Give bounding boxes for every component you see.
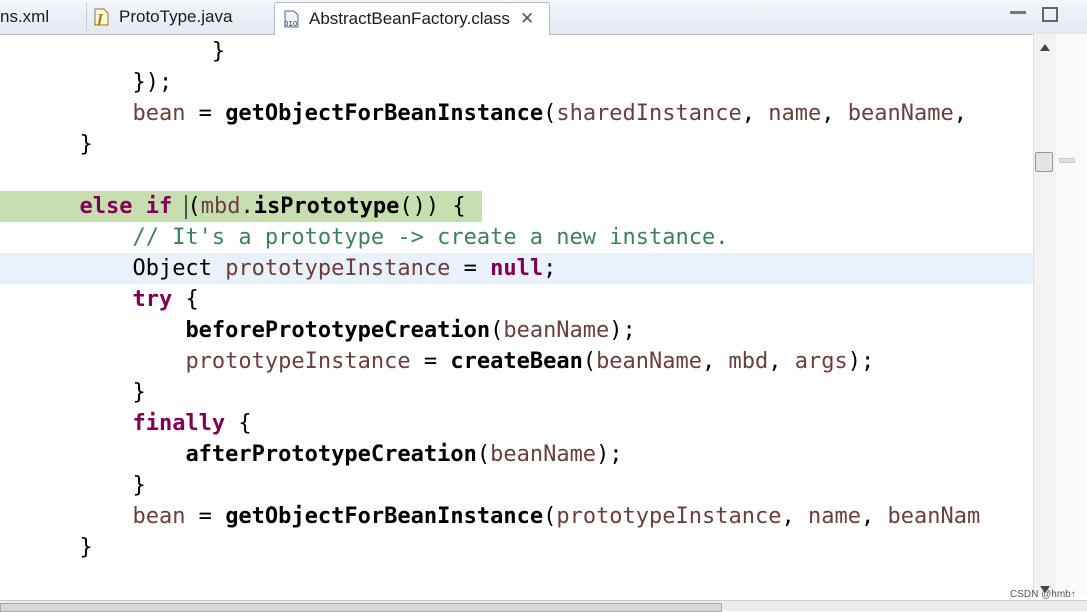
class-file-icon: 010 <box>281 9 301 29</box>
code-line: finally { <box>132 411 252 436</box>
editor-tab-bar: ns.xml J ProtoType.java 010 AbstractBean… <box>0 0 1087 35</box>
code-line: } <box>132 380 146 405</box>
code-line: prototypeInstance = createBean(beanName,… <box>185 349 875 374</box>
overview-ruler[interactable] <box>1056 34 1087 594</box>
vertical-scrollbar[interactable] <box>1033 34 1056 594</box>
overview-marker[interactable] <box>1059 158 1075 163</box>
svg-text:J: J <box>95 12 104 26</box>
code-editor[interactable]: } }); bean = getObjectForBeanInstance(sh… <box>0 34 1033 610</box>
horizontal-scrollbar[interactable] <box>0 600 1087 612</box>
code-line: try { <box>132 287 199 312</box>
code-line: bean = getObjectForBeanInstance(sharedIn… <box>132 101 981 126</box>
code-line: } <box>132 473 146 498</box>
tab-label: ProtoType.java <box>119 7 233 26</box>
code-line: afterPrototypeCreation(beanName); <box>185 442 623 467</box>
minimize-icon[interactable] <box>1010 11 1026 14</box>
code-line: // It's a prototype -> create a new inst… <box>132 225 729 250</box>
code-line-highlighted: else if (mbd.isPrototype()) { <box>0 191 482 222</box>
code-line: bean = getObjectForBeanInstance(prototyp… <box>132 504 981 529</box>
tab-label: ns.xml <box>0 7 50 26</box>
scrollbar-thumb[interactable] <box>1035 152 1053 172</box>
code-line: }); <box>132 70 173 95</box>
scroll-up-icon[interactable] <box>1040 44 1050 51</box>
tab-ns-xml[interactable]: ns.xml <box>0 2 80 32</box>
code-line: } <box>211 39 226 64</box>
maximize-icon[interactable] <box>1042 7 1058 22</box>
tab-prototype-java[interactable]: J ProtoType.java <box>86 2 268 32</box>
code-line: } <box>79 535 93 560</box>
close-icon[interactable]: ✕ <box>520 9 534 29</box>
horizontal-scrollbar-thumb[interactable] <box>0 603 722 612</box>
java-file-icon: J <box>91 7 111 27</box>
svg-text:010: 010 <box>284 20 297 28</box>
tab-abstract-bean-factory[interactable]: 010 AbstractBeanFactory.class ✕ <box>274 2 550 35</box>
code-line: beforePrototypeCreation(beanName); <box>185 318 636 343</box>
tab-label: AbstractBeanFactory.class <box>309 9 510 28</box>
code-line: } <box>79 132 93 157</box>
code-line-current: Object prototypeInstance = null; <box>0 253 1033 284</box>
watermark: CSDN @hmb↑ <box>1010 589 1076 600</box>
